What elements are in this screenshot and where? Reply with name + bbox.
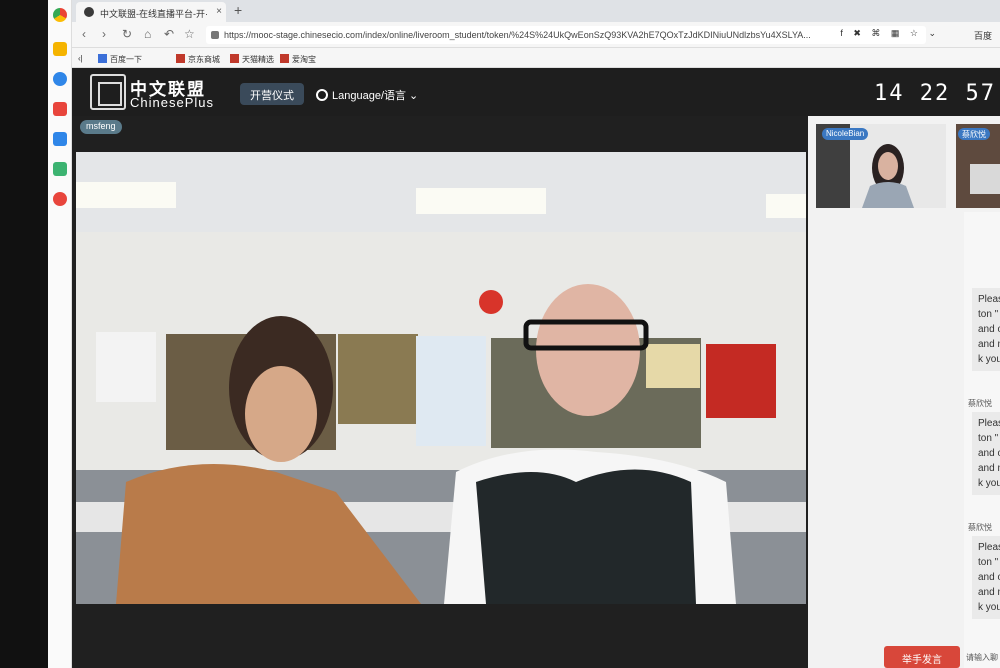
tmall-icon (230, 54, 239, 63)
url-field[interactable]: https://mooc-stage.chinesecio.com/index/… (206, 26, 926, 44)
address-bar: ‹ › ↻ ⌂ ↶ ☆ https://mooc-stage.chineseci… (72, 22, 1000, 48)
tab-bar: 中文联盟-在线直播平台-开· × + (72, 0, 1000, 22)
chat-input[interactable]: 请输入聊 (966, 652, 998, 663)
search-engine-label[interactable]: 百度 (974, 29, 992, 42)
weibo-icon[interactable] (53, 192, 67, 206)
messenger-icon[interactable] (53, 72, 67, 86)
home-icon[interactable]: ⌂ (144, 27, 151, 41)
ceremony-button[interactable]: 开营仪式 (240, 83, 304, 105)
video-icon[interactable] (53, 102, 67, 116)
chat-panel: Pleas ton " and o and m k you 蔡欣悦 Please… (964, 212, 1000, 668)
taobao-icon (280, 54, 289, 63)
tools-icon[interactable] (53, 132, 67, 146)
reload-icon[interactable]: ↻ (122, 27, 132, 41)
brand-name-en: ChinesePlus (130, 95, 214, 110)
star-icon[interactable] (53, 42, 67, 56)
clock-display: 14 22 57 (874, 81, 996, 106)
language-menu[interactable]: Language/语言 ⌄ (316, 87, 418, 103)
bookmark-item[interactable]: 天猫精选 (242, 54, 274, 65)
main-video-feed[interactable] (76, 152, 806, 604)
extension-icons[interactable]: f ✖ ⌘ ▦ ☆ ⌄ (840, 28, 940, 39)
chat-message: Pleas ton " and o and m k you (972, 288, 1000, 371)
chat-message: Pleas ton " and o and m k you (972, 536, 1000, 619)
participant-video-thumbnail[interactable]: 蔡欣悦 (956, 124, 1000, 208)
participant-name-label: NicoleBian (822, 128, 869, 140)
bookmarks-bar: ‹| 百度一下 京东商城 天猫精选 爱淘宝 (72, 48, 1000, 68)
back-icon[interactable]: ‹ (82, 27, 86, 41)
browser-sidebar (48, 0, 72, 668)
chat-sender: 蔡欣悦 (968, 523, 992, 532)
browser-window: 中文联盟-在线直播平台-开· × + ‹ › ↻ ⌂ ↶ ☆ https://m… (48, 0, 1000, 668)
baidu-icon (98, 54, 107, 63)
brand-logo-icon[interactable] (90, 74, 126, 110)
participant-name-label: 蔡欣悦 (958, 128, 990, 140)
undo-icon[interactable]: ↶ (164, 27, 174, 41)
bookmark-item[interactable]: 百度一下 (110, 54, 142, 65)
lock-icon (211, 31, 219, 39)
bookmark-item[interactable]: 爱淘宝 (292, 54, 316, 65)
right-panel: NicoleBian 蔡欣悦 Pleas ton " and o and m k… (808, 116, 1000, 668)
monitor-bezel: 中文联盟-在线直播平台-开· × + ‹ › ↻ ⌂ ↶ ☆ https://m… (0, 0, 1000, 668)
participant-video-thumbnail[interactable]: NicoleBian (816, 124, 946, 208)
apps-icon[interactable] (53, 162, 67, 176)
tab-favicon-icon (84, 7, 94, 17)
chat-message: Please ton " and o and m k you (972, 412, 1000, 495)
app-header: 中文联盟 ChinesePlus 开营仪式 Language/语言 ⌄ 14 2… (72, 68, 1000, 116)
url-text: https://mooc-stage.chinesecio.com/index/… (224, 30, 811, 40)
chat-sender: 蔡欣悦 (968, 399, 992, 408)
forward-icon[interactable]: › (102, 27, 106, 41)
chrome-icon[interactable] (53, 8, 67, 22)
tab-title: 中文联盟-在线直播平台-开· (100, 9, 208, 19)
bookmark-item[interactable]: 京东商城 (188, 54, 220, 65)
tab-close-icon[interactable]: × (216, 6, 222, 17)
language-label: Language/语言 (332, 90, 406, 102)
bookmark-star-icon[interactable]: ☆ (184, 27, 195, 41)
jd-icon (176, 54, 185, 63)
browser-tab[interactable]: 中文联盟-在线直播平台-开· × (76, 2, 226, 22)
globe-icon (316, 89, 328, 101)
classroom-scene (76, 152, 806, 604)
main-video-stage: msfeng (72, 116, 808, 668)
speaker-tag: msfeng (80, 120, 122, 134)
bookmarks-toggle-icon[interactable]: ‹| (78, 54, 83, 63)
raise-hand-button[interactable]: 举手发言 (884, 646, 960, 668)
new-tab-button[interactable]: + (234, 2, 242, 18)
